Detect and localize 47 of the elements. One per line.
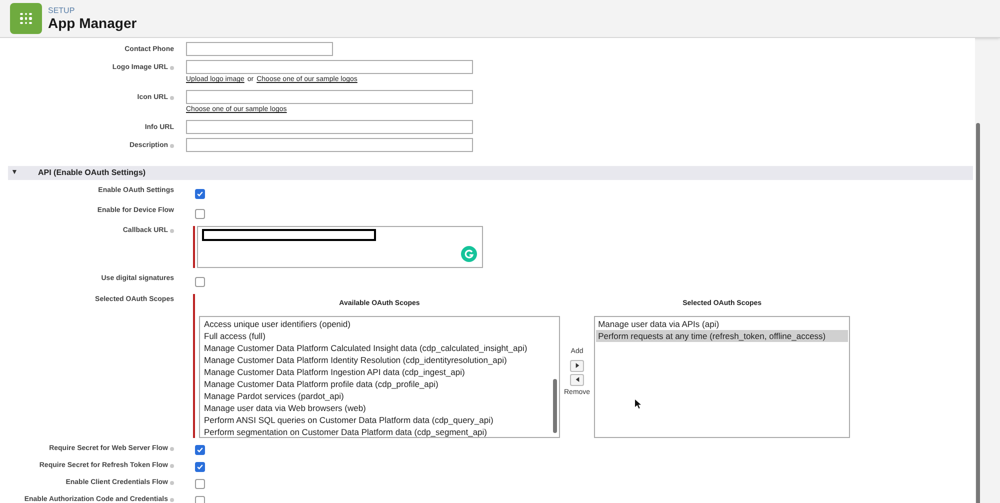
help-icon[interactable] bbox=[170, 464, 174, 468]
remove-button[interactable] bbox=[570, 374, 584, 386]
header-eyebrow: SETUP bbox=[48, 6, 76, 14]
scope-option[interactable]: Perform segmentation on Customer Data Platform data (cdp_segment_api) bbox=[204, 426, 555, 438]
scope-option[interactable]: Manage Customer Data Platform Calculated Insight data (cdp_calculated_insight_api) bbox=[204, 342, 555, 354]
app-launcher-icon[interactable] bbox=[10, 3, 42, 34]
page-scrollbar[interactable] bbox=[976, 123, 980, 503]
callback-url-field[interactable] bbox=[197, 226, 483, 268]
help-icon[interactable] bbox=[170, 498, 174, 502]
checkbox[interactable] bbox=[195, 209, 205, 219]
text-field[interactable] bbox=[186, 60, 473, 74]
checkbox[interactable] bbox=[195, 496, 205, 503]
help-icon[interactable] bbox=[170, 144, 174, 148]
scope-option[interactable]: Manage Customer Data Platform Identity Resolution (cdp_identityresolution_api) bbox=[204, 354, 555, 366]
right-triangle-icon bbox=[574, 363, 580, 368]
scope-option[interactable]: Manage user data via Web browsers (web) bbox=[204, 402, 555, 414]
text-field[interactable] bbox=[186, 42, 333, 56]
scope-option[interactable]: Manage Customer Data Platform Ingestion API data (cdp_ingest_api) bbox=[204, 366, 555, 378]
selected-scopes-list[interactable]: Manage user data via APIs (api) Perform requests at any time (refresh_token, offline_access) bbox=[594, 316, 850, 438]
help-icon[interactable] bbox=[170, 480, 174, 484]
mouse-pointer-icon bbox=[635, 398, 642, 408]
scrollbar-thumb[interactable] bbox=[553, 378, 557, 432]
help-icon[interactable] bbox=[170, 66, 174, 70]
help-icon[interactable] bbox=[170, 96, 174, 100]
checkbox[interactable] bbox=[195, 462, 205, 472]
left-triangle-icon bbox=[574, 377, 580, 382]
text-field[interactable] bbox=[186, 90, 473, 104]
checkbox[interactable] bbox=[195, 189, 205, 199]
text-field[interactable] bbox=[186, 120, 473, 134]
scope-option[interactable]: Manage Customer Data Platform profile data (cdp_profile_api) bbox=[204, 378, 555, 390]
checkbox[interactable] bbox=[195, 478, 205, 488]
section-title: API (Enable OAuth Settings) bbox=[38, 167, 146, 179]
help-icon[interactable] bbox=[170, 446, 174, 450]
scope-option[interactable]: Perform ANSI SQL queries on Customer Data Platform data (cdp_query_api) bbox=[204, 414, 555, 426]
help-icon[interactable] bbox=[170, 229, 174, 233]
scope-option[interactable]: Access unique user identifiers (openid) bbox=[204, 318, 555, 330]
checkbox[interactable] bbox=[195, 277, 205, 287]
grammar-assistant-icon[interactable] bbox=[461, 246, 477, 262]
page-title: App Manager bbox=[48, 14, 137, 32]
text-field[interactable] bbox=[186, 138, 473, 152]
scope-option[interactable]: Full access (full) bbox=[204, 330, 555, 342]
checkbox[interactable] bbox=[195, 444, 205, 454]
scope-option[interactable]: Manage Pardot services (pardot_api) bbox=[204, 390, 555, 402]
scope-option[interactable]: Manage user data via APIs (api) bbox=[596, 318, 848, 330]
scope-option[interactable]: Perform requests at any time (refresh_token, offline_access) bbox=[596, 330, 848, 342]
available-scopes-list[interactable] bbox=[199, 316, 560, 438]
add-button[interactable] bbox=[570, 360, 584, 372]
